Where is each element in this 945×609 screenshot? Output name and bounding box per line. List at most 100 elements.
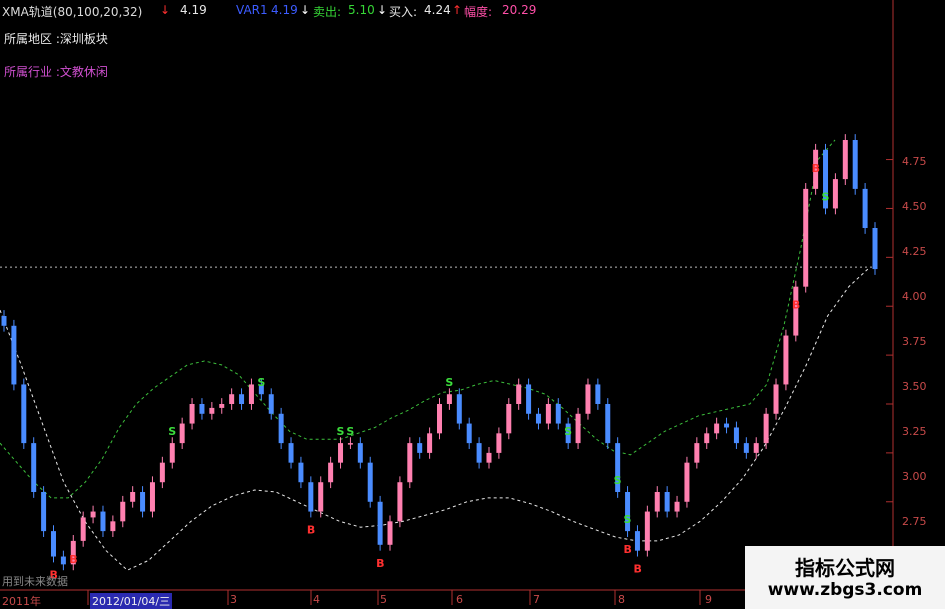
candle-body — [476, 443, 482, 463]
candle-body — [21, 384, 27, 444]
candle-body — [229, 394, 235, 404]
candle-body — [377, 501, 383, 545]
candle-body — [209, 407, 215, 414]
watermark-url: www.zbgs3.com — [767, 580, 923, 600]
x-tick: 6 — [456, 593, 463, 606]
candle-body — [575, 413, 581, 444]
candle-body — [842, 140, 848, 180]
candle-body — [783, 335, 789, 385]
candle-body — [526, 384, 532, 414]
var1-label: VAR1 — [236, 3, 268, 17]
buy-signal: B — [307, 524, 315, 537]
candle-body — [387, 521, 393, 545]
footer-note: 用到未来数据 — [2, 575, 68, 588]
candle-body — [60, 556, 66, 565]
y-tick: 4.25 — [902, 245, 927, 258]
y-tick: 2.75 — [902, 515, 927, 528]
y-tick: 3.50 — [902, 380, 927, 393]
sell-signal: S — [445, 376, 453, 389]
y-tick: 3.75 — [902, 335, 927, 348]
candle-body — [555, 404, 561, 424]
candle-body — [684, 462, 690, 502]
candle-body — [407, 443, 413, 483]
sell-signal: S — [337, 425, 345, 438]
lower-band-line — [0, 266, 871, 571]
candle-body — [466, 423, 472, 444]
candle-body — [753, 443, 759, 453]
sell-signal: S — [564, 425, 572, 438]
candle-body — [456, 394, 462, 424]
buy-signal: B — [69, 553, 77, 566]
watermark: 指标公式网 www.zbgs3.com — [745, 546, 945, 609]
candle-body — [149, 482, 155, 512]
candle-body — [674, 501, 680, 512]
x-tick: 5 — [380, 593, 387, 606]
y-tick: 4.50 — [902, 200, 927, 213]
amplitude-value: 20.29 — [502, 3, 537, 17]
candle-body — [268, 394, 274, 414]
sell-signal: S — [168, 425, 176, 438]
candle-body — [397, 482, 403, 522]
candle-body — [872, 228, 878, 270]
buy-value: 4.24 — [424, 3, 451, 17]
down-arrow-icon: ↓ — [377, 3, 388, 17]
watermark-title: 指标公式网 — [795, 556, 895, 580]
candle-body — [50, 531, 56, 557]
candle-body — [585, 384, 591, 414]
candle-body — [347, 443, 353, 445]
y-tick: 4.75 — [902, 155, 927, 168]
candle-body — [318, 482, 324, 512]
candle-body — [179, 423, 185, 444]
candle-body — [654, 492, 660, 512]
candle-body — [1, 316, 7, 326]
candle-body — [714, 423, 720, 434]
candle-body — [31, 443, 37, 492]
candle-body — [308, 482, 314, 512]
candle-body — [535, 413, 541, 424]
candle-body — [288, 443, 294, 463]
sell-signal: S — [624, 513, 632, 526]
indicator-value: 4.19 — [180, 3, 207, 17]
candle-body — [110, 521, 116, 532]
x-tick: 2011年 — [2, 595, 41, 608]
candle-body — [278, 413, 284, 444]
candle-body — [169, 443, 175, 463]
candle-body — [140, 492, 146, 512]
candle-body — [159, 462, 165, 483]
candle-body — [189, 404, 195, 424]
sell-signal: S — [614, 474, 622, 487]
sell-value: 5.10 — [348, 3, 375, 17]
candle-body — [595, 384, 601, 404]
candle-body — [248, 384, 254, 404]
x-tick: 9 — [705, 593, 712, 606]
candle-body — [298, 462, 304, 483]
down-arrow-icon: ↓ — [160, 3, 171, 17]
sell-signal: S — [822, 190, 830, 203]
sell-signal: S — [346, 425, 354, 438]
y-tick: 3.00 — [902, 470, 927, 483]
candle-body — [239, 394, 245, 404]
candle-body — [486, 452, 492, 463]
x-tick: 7 — [533, 593, 540, 606]
candle-body — [446, 394, 452, 404]
candle-body — [634, 531, 640, 551]
candle-body — [496, 433, 502, 453]
sell-signal: S — [257, 376, 265, 389]
y-tick: 3.25 — [902, 425, 927, 438]
x-tick-selected-date[interactable]: 2012/01/04/三 — [90, 593, 173, 609]
candle-body — [763, 413, 769, 444]
candle-body — [664, 492, 670, 512]
y-tick: 4.00 — [902, 290, 927, 303]
candle-body — [743, 443, 749, 453]
candle-body — [545, 404, 551, 424]
candle-body — [694, 443, 700, 463]
price-chart[interactable]: BBBBBBBBSSS SSSSSS — [0, 0, 945, 609]
var1-value: 4.19 — [271, 3, 298, 17]
candle-body — [417, 443, 423, 453]
candle-body — [338, 443, 344, 463]
amplitude-label: 幅度: — [464, 5, 493, 19]
candle-body — [100, 511, 106, 532]
candle-body — [704, 433, 710, 444]
candle-body — [644, 511, 650, 551]
candle-body — [832, 179, 838, 209]
